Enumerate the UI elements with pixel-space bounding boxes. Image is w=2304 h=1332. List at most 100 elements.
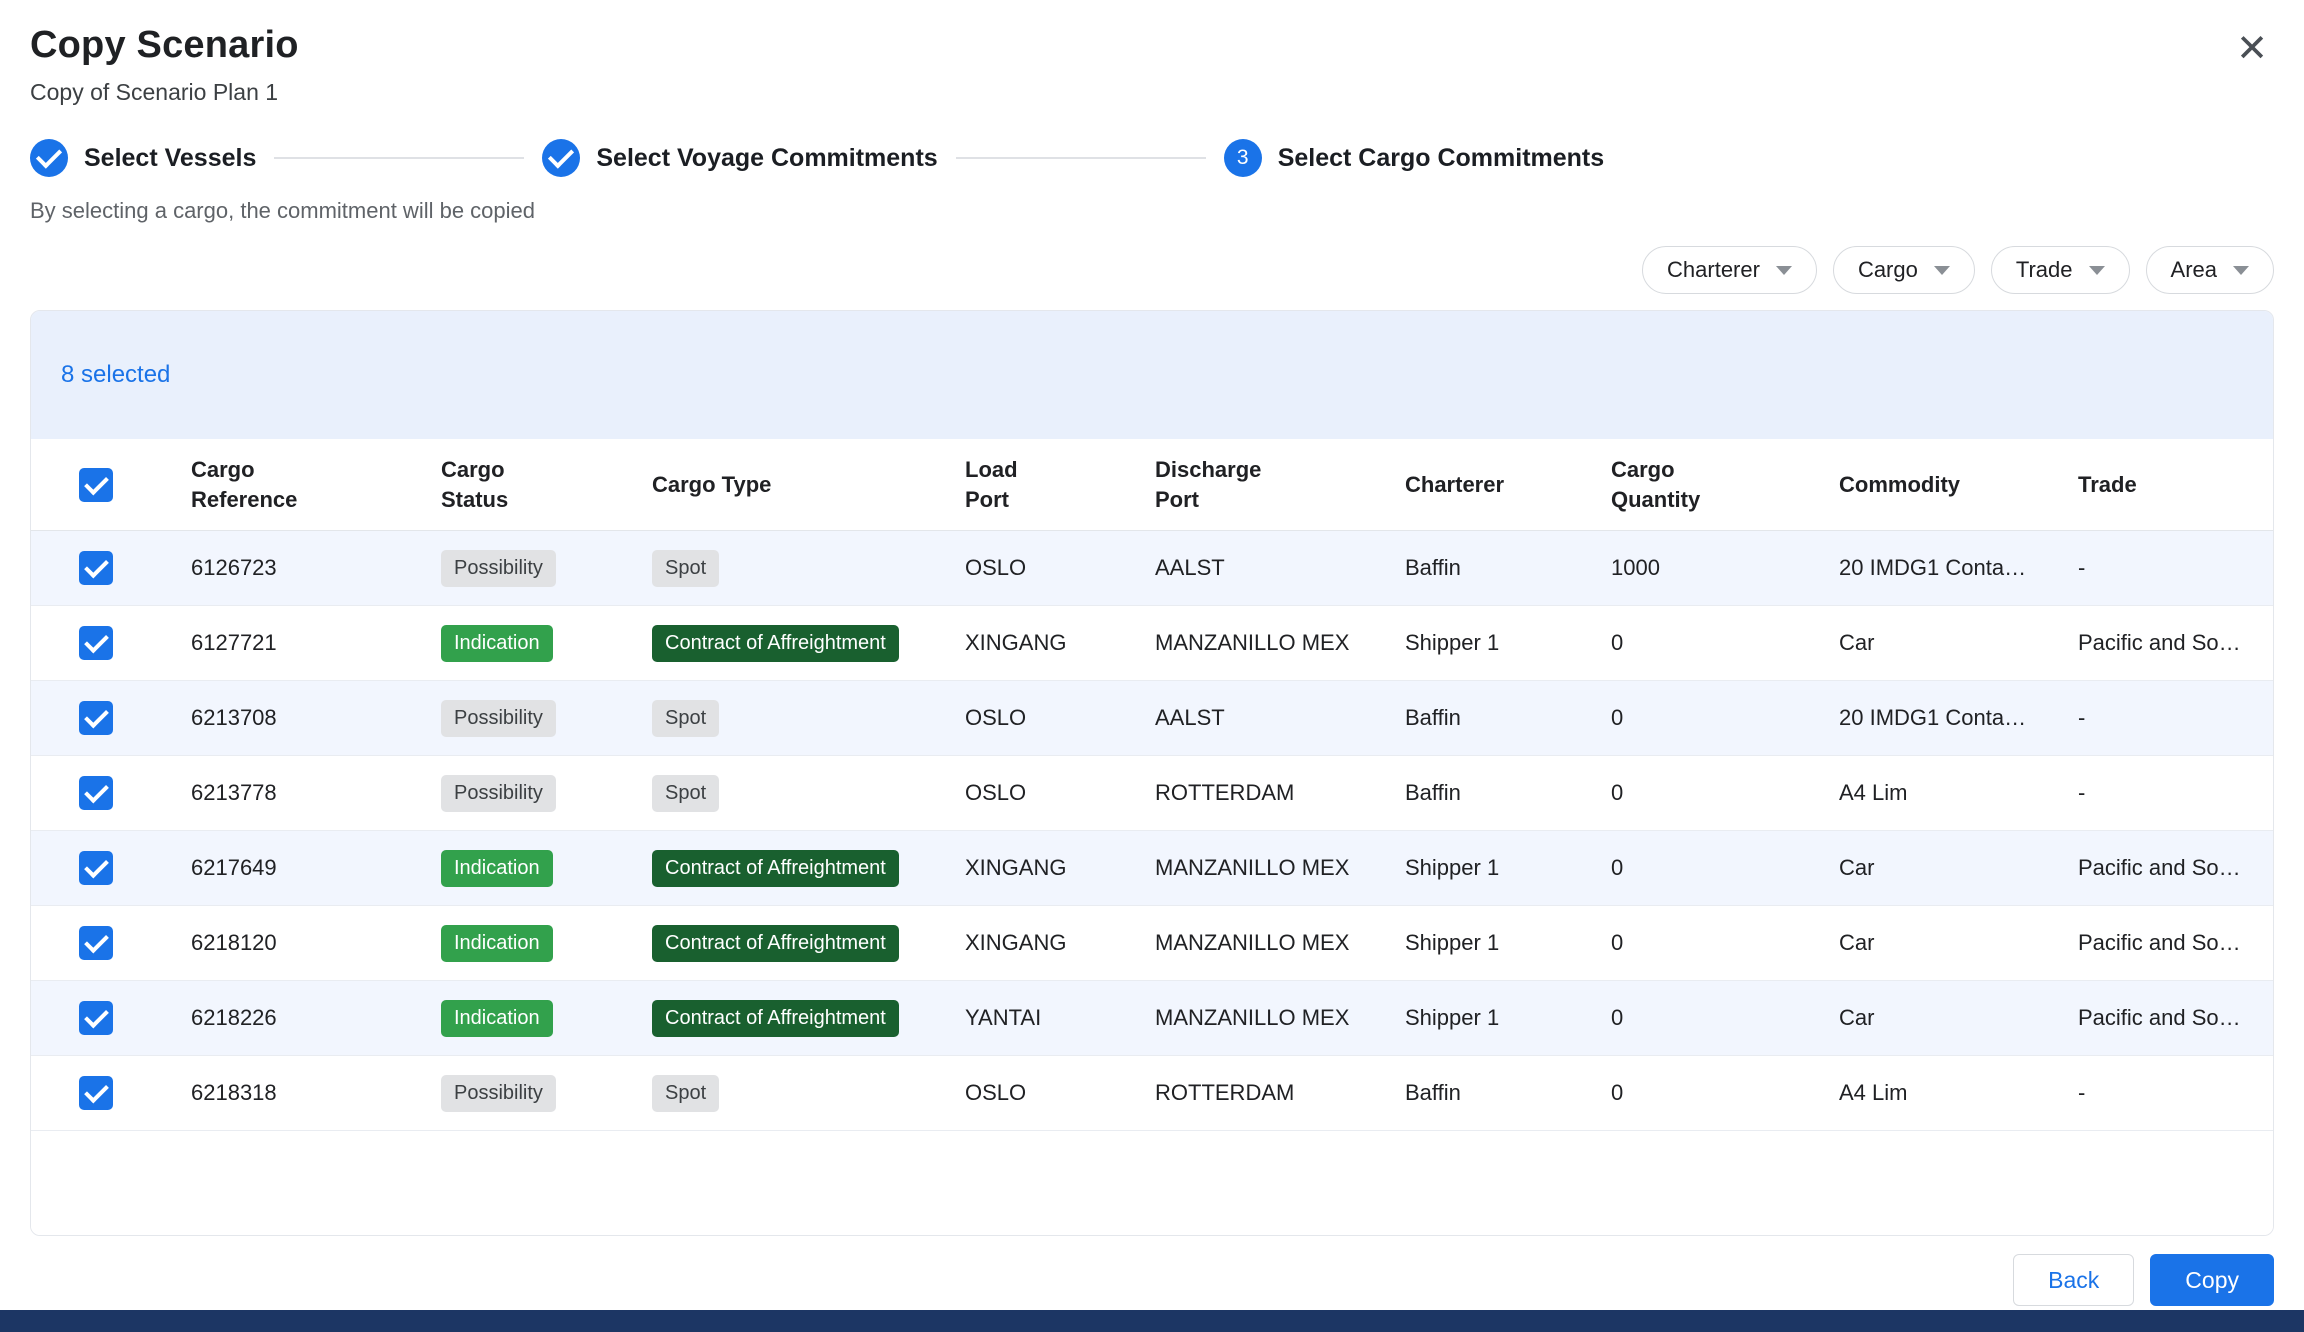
dialog-title-block: Copy Scenario Copy of Scenario Plan 1 xyxy=(30,24,299,106)
row-checkbox[interactable] xyxy=(79,701,113,735)
back-button[interactable]: Back xyxy=(2013,1254,2134,1306)
chevron-down-icon xyxy=(2089,266,2105,275)
row-checkbox[interactable] xyxy=(79,776,113,810)
filter-charterer-dropdown[interactable]: Charterer xyxy=(1642,246,1817,294)
row-checkbox[interactable] xyxy=(79,551,113,585)
copy-button[interactable]: Copy xyxy=(2150,1254,2274,1306)
row-checkbox[interactable] xyxy=(79,626,113,660)
cargo-status-badge: Indication xyxy=(441,850,553,887)
chevron-down-icon xyxy=(1776,266,1792,275)
cargo-status-badge: Possibility xyxy=(441,1075,556,1112)
discharge-port-cell: MANZANILLO MEX xyxy=(1125,930,1375,956)
load-port-cell: XINGANG xyxy=(935,855,1125,881)
column-header-charterer: Charterer xyxy=(1375,470,1581,499)
filter-cargo-dropdown[interactable]: Cargo xyxy=(1833,246,1975,294)
table-row[interactable]: 6217649 Indication Contract of Affreight… xyxy=(31,831,2273,906)
table-row[interactable]: 6218120 Indication Contract of Affreight… xyxy=(31,906,2273,981)
selection-summary-bar: 8 selected xyxy=(31,311,2273,439)
trade-cell: Pacific and So… xyxy=(2048,855,2273,881)
cargo-status-badge: Possibility xyxy=(441,550,556,587)
trade-cell: Pacific and So… xyxy=(2048,1005,2273,1031)
close-button[interactable]: ✕ xyxy=(2230,24,2274,74)
cargo-type-cell: Spot xyxy=(622,700,935,737)
table-row[interactable]: 6218318 Possibility Spot OSLO ROTTERDAM … xyxy=(31,1056,2273,1131)
commodity-cell: Car xyxy=(1809,1005,2048,1031)
table-row[interactable]: 6213708 Possibility Spot OSLO AALST Baff… xyxy=(31,681,2273,756)
filter-label: Charterer xyxy=(1667,257,1760,283)
table-row[interactable]: 6218226 Indication Contract of Affreight… xyxy=(31,981,2273,1056)
helper-text: By selecting a cargo, the commitment wil… xyxy=(30,198,2274,224)
cargo-quantity-cell: 0 xyxy=(1581,1005,1809,1031)
cargo-type-badge: Spot xyxy=(652,1075,719,1112)
commodity-cell: Car xyxy=(1809,930,2048,956)
page-title: Copy Scenario xyxy=(30,24,299,67)
commodity-cell: Car xyxy=(1809,855,2048,881)
cargo-quantity-cell: 0 xyxy=(1581,1080,1809,1106)
cargo-type-cell: Contract of Affreightment xyxy=(622,1000,935,1037)
cargo-type-badge: Spot xyxy=(652,775,719,812)
commodity-cell: Car xyxy=(1809,630,2048,656)
cargo-type-cell: Contract of Affreightment xyxy=(622,625,935,662)
column-header-cargo-quantity: CargoQuantity xyxy=(1581,455,1809,513)
column-header-cargo-reference: CargoReference xyxy=(161,455,411,513)
column-header-trade: Trade xyxy=(2048,470,2273,499)
cargo-reference-cell: 6218226 xyxy=(161,1005,411,1031)
table-empty-space xyxy=(31,1131,2273,1235)
trade-cell: - xyxy=(2048,1080,2273,1106)
row-checkbox[interactable] xyxy=(79,1076,113,1110)
table-row[interactable]: 6126723 Possibility Spot OSLO AALST Baff… xyxy=(31,531,2273,606)
row-select-cell xyxy=(31,1001,161,1035)
discharge-port-cell: MANZANILLO MEX xyxy=(1125,1005,1375,1031)
cargo-type-cell: Contract of Affreightment xyxy=(622,850,935,887)
cargo-reference-cell: 6218318 xyxy=(161,1080,411,1106)
discharge-port-cell: ROTTERDAM xyxy=(1125,1080,1375,1106)
cargo-quantity-cell: 0 xyxy=(1581,930,1809,956)
discharge-port-cell: MANZANILLO MEX xyxy=(1125,855,1375,881)
row-select-cell xyxy=(31,1076,161,1110)
table-row[interactable]: 6213778 Possibility Spot OSLO ROTTERDAM … xyxy=(31,756,2273,831)
table-row[interactable]: 6127721 Indication Contract of Affreight… xyxy=(31,606,2273,681)
cargo-type-badge: Spot xyxy=(652,700,719,737)
column-header-load-port: LoadPort xyxy=(935,455,1125,513)
cargo-reference-cell: 6213708 xyxy=(161,705,411,731)
filter-trade-dropdown[interactable]: Trade xyxy=(1991,246,2130,294)
select-all-checkbox[interactable] xyxy=(79,468,113,502)
cargo-status-badge: Possibility xyxy=(441,700,556,737)
discharge-port-cell: MANZANILLO MEX xyxy=(1125,630,1375,656)
cargo-status-cell: Indication xyxy=(411,850,622,887)
filter-label: Area xyxy=(2171,257,2217,283)
selected-count: 8 selected xyxy=(61,361,170,389)
row-checkbox[interactable] xyxy=(79,851,113,885)
row-select-cell xyxy=(31,926,161,960)
step-select-voyage-commitments[interactable]: Select Voyage Commitments xyxy=(542,139,937,177)
step-select-vessels[interactable]: Select Vessels xyxy=(30,139,256,177)
row-select-cell xyxy=(31,551,161,585)
cargo-type-badge: Spot xyxy=(652,550,719,587)
dialog-header: Copy Scenario Copy of Scenario Plan 1 ✕ xyxy=(0,0,2304,106)
cargo-type-badge: Contract of Affreightment xyxy=(652,1000,899,1037)
row-checkbox[interactable] xyxy=(79,926,113,960)
cargo-quantity-cell: 1000 xyxy=(1581,555,1809,581)
load-port-cell: OSLO xyxy=(935,780,1125,806)
filter-label: Cargo xyxy=(1858,257,1918,283)
discharge-port-cell: AALST xyxy=(1125,705,1375,731)
cargo-status-badge: Possibility xyxy=(441,775,556,812)
row-checkbox[interactable] xyxy=(79,1001,113,1035)
step-complete-check-icon xyxy=(542,139,580,177)
column-header-discharge-port: DischargePort xyxy=(1125,455,1375,513)
filter-area-dropdown[interactable]: Area xyxy=(2146,246,2274,294)
load-port-cell: YANTAI xyxy=(935,1005,1125,1031)
charterer-cell: Baffin xyxy=(1375,705,1581,731)
row-select-cell xyxy=(31,626,161,660)
row-select-cell xyxy=(31,701,161,735)
stepper: Select Vessels Select Voyage Commitments… xyxy=(30,136,2274,180)
step-select-cargo-commitments[interactable]: 3 Select Cargo Commitments xyxy=(1224,139,1604,177)
cargo-reference-cell: 6127721 xyxy=(161,630,411,656)
cargo-quantity-cell: 0 xyxy=(1581,855,1809,881)
table-header-row: CargoReference CargoStatus Cargo Type Lo… xyxy=(31,439,2273,531)
row-select-cell xyxy=(31,851,161,885)
chevron-down-icon xyxy=(2233,266,2249,275)
commodity-cell: 20 IMDG1 Conta… xyxy=(1809,705,2048,731)
step-connector xyxy=(274,157,524,159)
column-header-commodity: Commodity xyxy=(1809,470,2048,499)
